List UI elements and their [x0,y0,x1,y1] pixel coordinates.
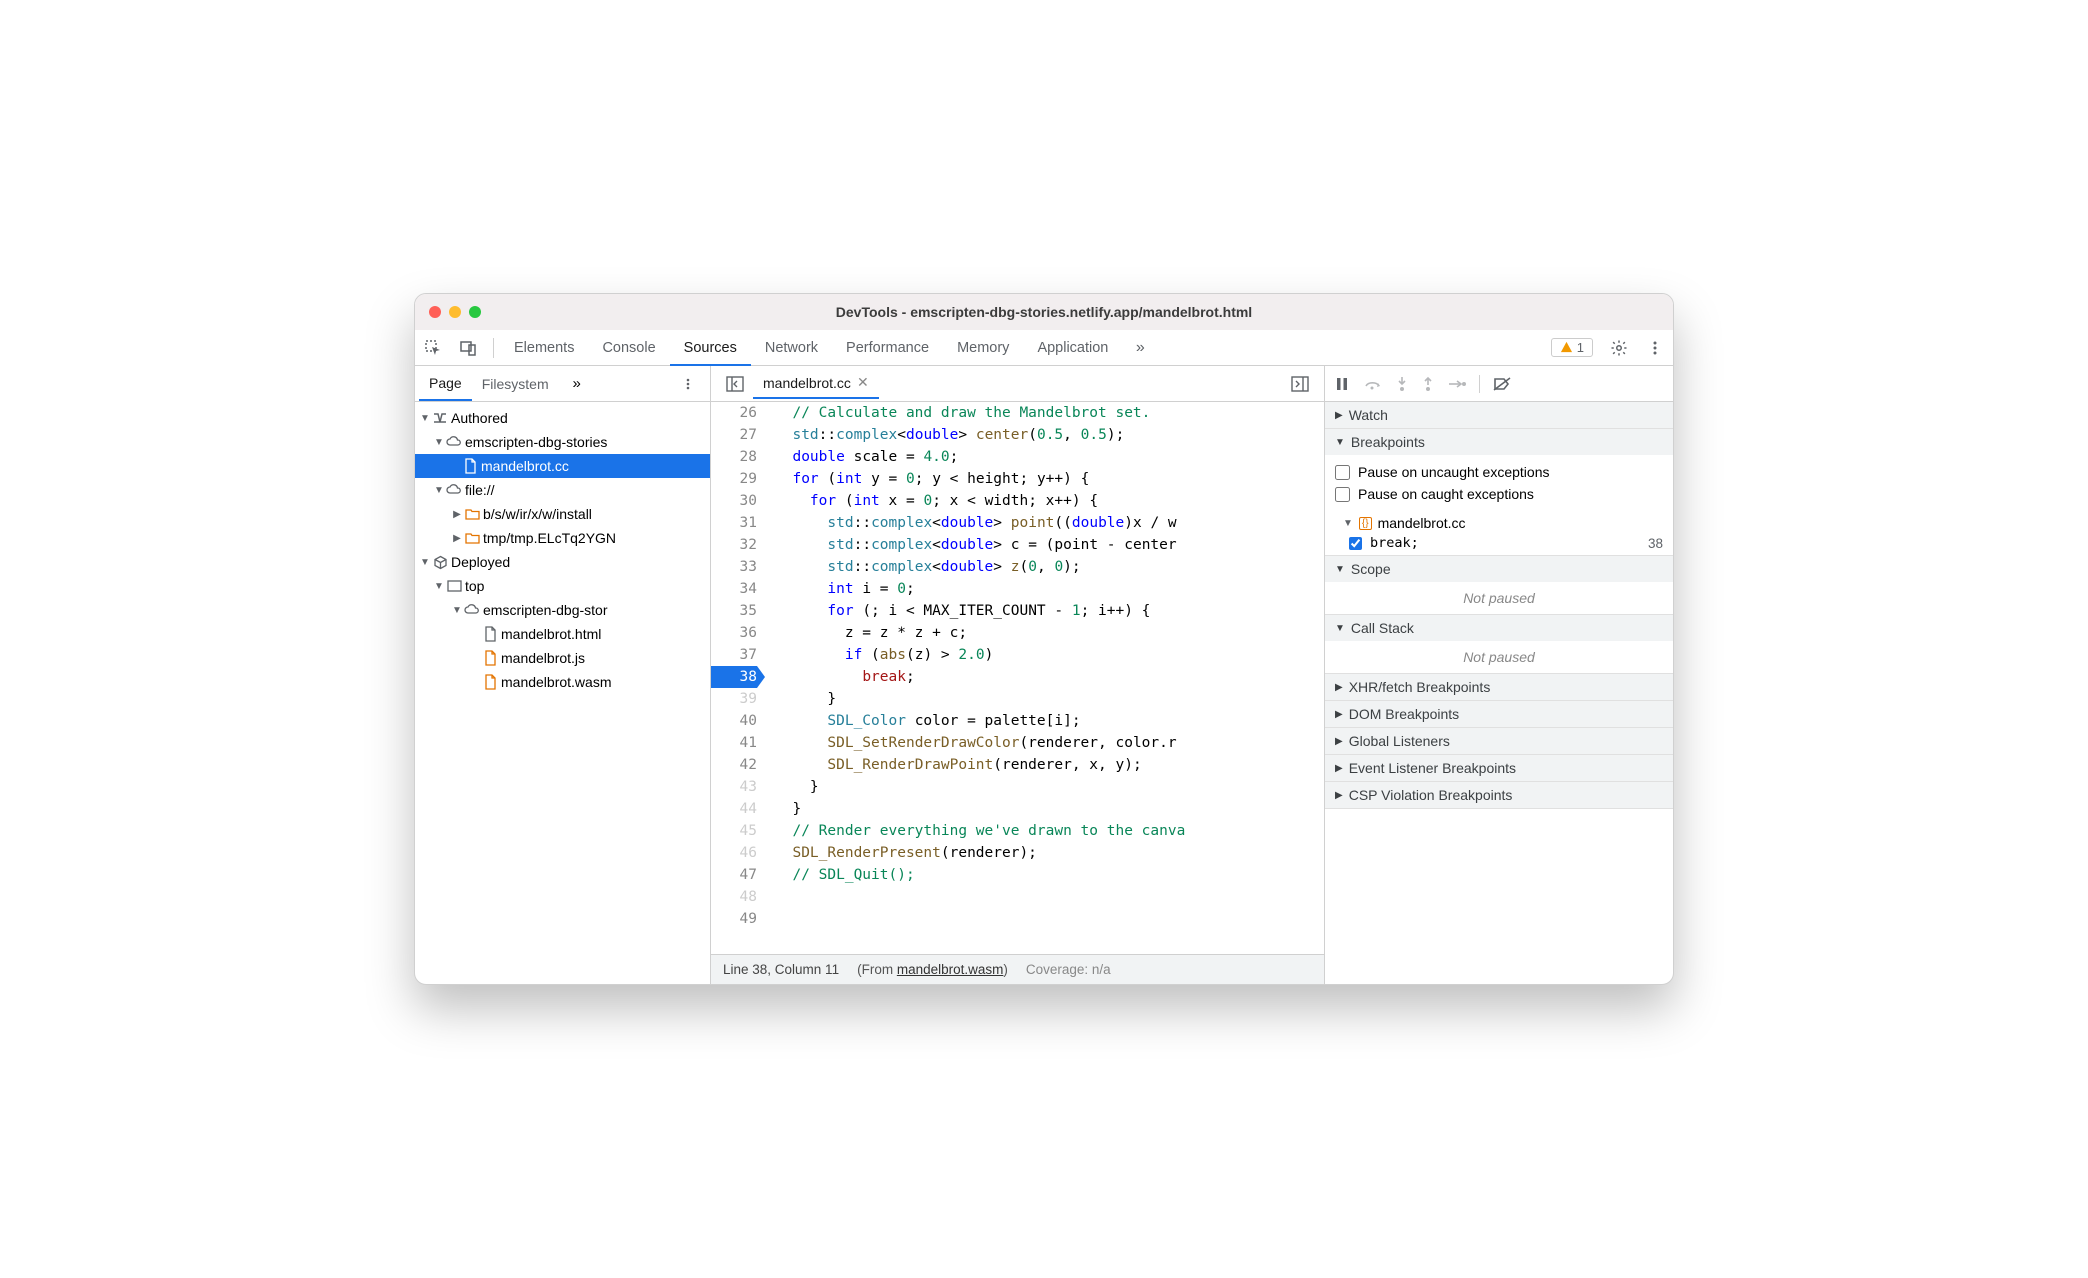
tree-file-scheme[interactable]: ▼file:// [415,478,710,502]
warning-count: 1 [1577,340,1584,355]
breakpoints-header[interactable]: ▼Breakpoints [1325,429,1673,455]
close-button[interactable] [429,306,441,318]
gl-header[interactable]: ▶Global Listeners [1325,728,1673,754]
source-editor: mandelbrot.cc ✕ 262728293031323334353637… [711,366,1325,984]
editor-tabs: mandelbrot.cc ✕ [711,366,1324,402]
main-tab-application[interactable]: Application [1023,332,1122,364]
tree-file-mandelbrot-cc[interactable]: mandelbrot.cc [415,454,710,478]
file-tree: ▼Authored ▼emscripten-dbg-stories mandel… [415,402,710,698]
xhr-header[interactable]: ▶XHR/fetch Breakpoints [1325,674,1673,700]
main-tab-console[interactable]: Console [588,332,669,364]
main-tab-memory[interactable]: Memory [943,332,1023,364]
nav-tab-page[interactable]: Page [419,367,472,401]
nav-tab-filesystem[interactable]: Filesystem [472,368,559,400]
device-toolbar-icon[interactable] [459,338,479,358]
csp-section: ▶CSP Violation Breakpoints [1325,782,1673,809]
el-section: ▶Event Listener Breakpoints [1325,755,1673,782]
step-icon[interactable] [1447,377,1467,391]
gl-section: ▶Global Listeners [1325,728,1673,755]
step-over-icon[interactable] [1363,376,1383,392]
bp-file-group[interactable]: ▼{}mandelbrot.cc [1325,511,1673,533]
source-mapped-from: (From mandelbrot.wasm) [857,962,1008,977]
callstack-section: ▼Call StackNot paused [1325,615,1673,674]
tree-authored[interactable]: ▼Authored [415,406,710,430]
devtools-window: DevTools - emscripten-dbg-stories.netlif… [414,293,1674,985]
tree-file-wasm[interactable]: mandelbrot.wasm [415,670,710,694]
pause-caught-checkbox[interactable]: Pause on caught exceptions [1335,483,1663,505]
tree-file-js[interactable]: mandelbrot.js [415,646,710,670]
inspect-icon[interactable] [423,338,443,358]
watch-header[interactable]: ▶Watch [1325,402,1673,428]
xhr-section: ▶XHR/fetch Breakpoints [1325,674,1673,701]
pause-icon[interactable] [1333,375,1351,393]
tree-deployed[interactable]: ▼Deployed [415,550,710,574]
file-tab-mandelbrot[interactable]: mandelbrot.cc ✕ [753,368,879,399]
source-text[interactable]: // Calculate and draw the Mandelbrot set… [767,402,1324,954]
tree-host-1[interactable]: ▼emscripten-dbg-stories [415,430,710,454]
tree-folder-tmp[interactable]: ▶tmp/tmp.ELcTq2YGN [415,526,710,550]
nav-menu-icon[interactable] [678,374,698,394]
cursor-position: Line 38, Column 11 [723,962,839,977]
scope-header[interactable]: ▼Scope [1325,556,1673,582]
main-tab-performance[interactable]: Performance [832,332,943,364]
file-badge-icon: {} [1359,517,1372,530]
step-out-icon[interactable] [1421,375,1435,393]
step-into-icon[interactable] [1395,375,1409,393]
navigator-tabs: Page Filesystem » [415,366,710,402]
tree-folder-install[interactable]: ▶b/s/w/ir/x/w/install [415,502,710,526]
csp-header[interactable]: ▶CSP Violation Breakpoints [1325,782,1673,808]
tree-file-html[interactable]: mandelbrot.html [415,622,710,646]
el-header[interactable]: ▶Event Listener Breakpoints [1325,755,1673,781]
tree-top[interactable]: ▼top [415,574,710,598]
main-tab-sources[interactable]: Sources [670,332,751,366]
maximize-button[interactable] [469,306,481,318]
content: Page Filesystem » ▼Authored ▼emscripten-… [415,366,1673,984]
scope-not-paused: Not paused [1325,582,1673,614]
tree-host-2[interactable]: ▼emscripten-dbg-stor [415,598,710,622]
deactivate-breakpoints-icon[interactable] [1492,376,1512,392]
watch-section: ▶Watch [1325,402,1673,429]
window-title: DevTools - emscripten-dbg-stories.netlif… [415,304,1673,320]
callstack-header[interactable]: ▼Call Stack [1325,615,1673,641]
main-toolbar: ElementsConsoleSourcesNetworkPerformance… [415,330,1673,366]
callstack-not-paused: Not paused [1325,641,1673,673]
dom-section: ▶DOM Breakpoints [1325,701,1673,728]
settings-icon[interactable] [1609,338,1629,358]
main-tab-network[interactable]: Network [751,332,832,364]
pause-uncaught-checkbox[interactable]: Pause on uncaught exceptions [1335,461,1663,483]
navigator: Page Filesystem » ▼Authored ▼emscripten-… [415,366,711,984]
debugger-panel: ▶Watch ▼Breakpoints Pause on uncaught ex… [1325,366,1673,984]
breakpoints-section: ▼Breakpoints Pause on uncaught exception… [1325,429,1673,556]
close-tab-icon[interactable]: ✕ [857,374,869,391]
line-gutter[interactable]: 2627282930313233343536373839404142434445… [711,402,767,954]
kebab-menu-icon[interactable] [1645,338,1665,358]
nav-more-tabs-icon[interactable]: » [567,374,587,394]
editor-statusbar: Line 38, Column 11 (From mandelbrot.wasm… [711,954,1324,984]
bp-item[interactable]: break;38 [1325,533,1673,555]
more-tabs-icon[interactable]: » [1130,338,1150,358]
scope-section: ▼ScopeNot paused [1325,556,1673,615]
coverage-status: Coverage: n/a [1026,962,1111,977]
toggle-debugger-icon[interactable] [1290,374,1310,394]
code-view[interactable]: 2627282930313233343536373839404142434445… [711,402,1324,954]
toggle-navigator-icon[interactable] [725,374,745,394]
warnings-badge[interactable]: 1 [1551,338,1593,357]
titlebar: DevTools - emscripten-dbg-stories.netlif… [415,294,1673,330]
minimize-button[interactable] [449,306,461,318]
debug-toolbar [1325,366,1673,402]
dom-header[interactable]: ▶DOM Breakpoints [1325,701,1673,727]
main-tab-elements[interactable]: Elements [500,332,588,364]
traffic-lights [429,306,481,318]
